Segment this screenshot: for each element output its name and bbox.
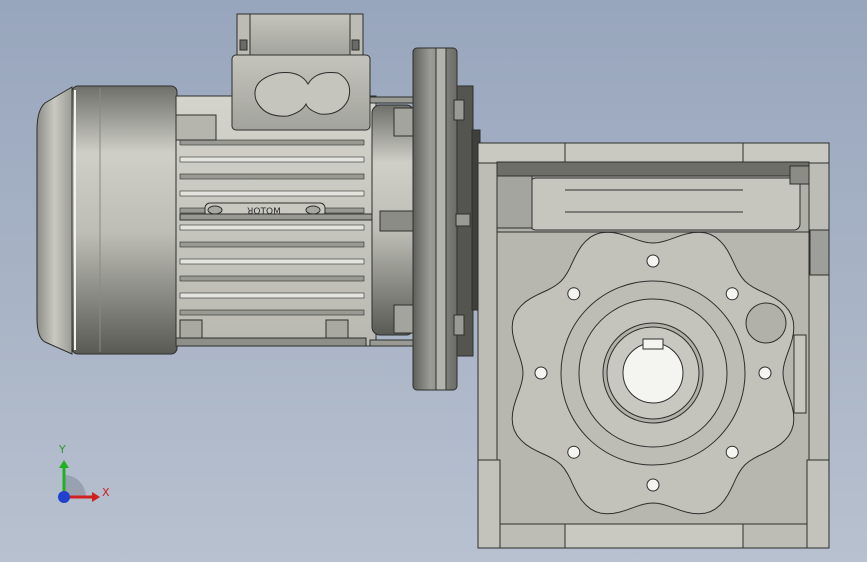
- cooling-fin: [179, 258, 365, 265]
- cooling-fin: [179, 309, 365, 316]
- cooling-fin: [179, 275, 365, 282]
- cooling-fin: [179, 190, 365, 197]
- terminal-box[interactable]: [231, 13, 371, 131]
- bolt-hole: [725, 445, 739, 459]
- fan-cover[interactable]: [36, 86, 73, 355]
- x-axis-label: X: [102, 486, 110, 499]
- gear-motor-model[interactable]: ꓤOTOM: [0, 0, 867, 562]
- motor-foot-left: [179, 319, 203, 339]
- bolt-hole: [646, 478, 660, 492]
- bolt-hole: [534, 366, 548, 380]
- bolt-hole: [567, 287, 581, 301]
- cooling-fin: [179, 224, 365, 231]
- cooling-fin: [179, 241, 365, 248]
- bolt-hole: [646, 254, 660, 268]
- breather-boss: [745, 302, 787, 344]
- fan-cover-drum[interactable]: [71, 85, 178, 355]
- cooling-fin: [179, 139, 365, 146]
- cooling-fin: [179, 292, 365, 299]
- motor-foot-right: [325, 319, 349, 339]
- worm-gearbox[interactable]: [477, 142, 830, 549]
- cooling-fin: [179, 173, 365, 180]
- bolt-hole: [725, 287, 739, 301]
- bolt-hole: [758, 366, 772, 380]
- bolt-hole: [567, 445, 581, 459]
- cooling-fin: [179, 156, 365, 163]
- motor[interactable]: ꓤOTOM: [36, 13, 419, 355]
- graphics-viewport[interactable]: ꓤOTOM X Y: [0, 0, 867, 562]
- y-axis-label: Y: [59, 443, 66, 456]
